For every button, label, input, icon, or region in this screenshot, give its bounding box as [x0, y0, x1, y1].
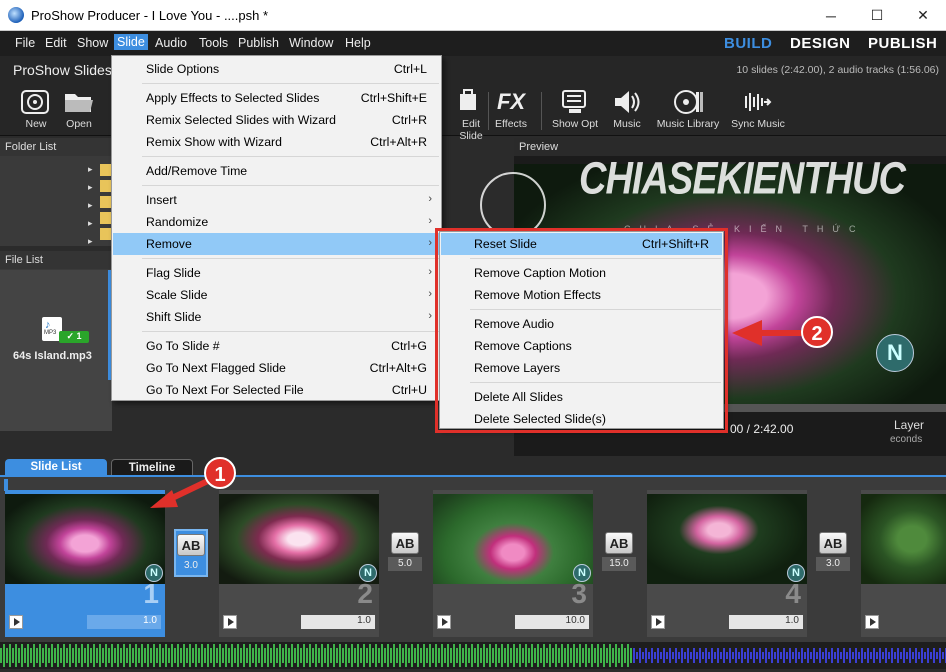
annotation-callout-1: 1 — [204, 457, 236, 489]
annotation-callout-2: 2 — [801, 316, 833, 348]
